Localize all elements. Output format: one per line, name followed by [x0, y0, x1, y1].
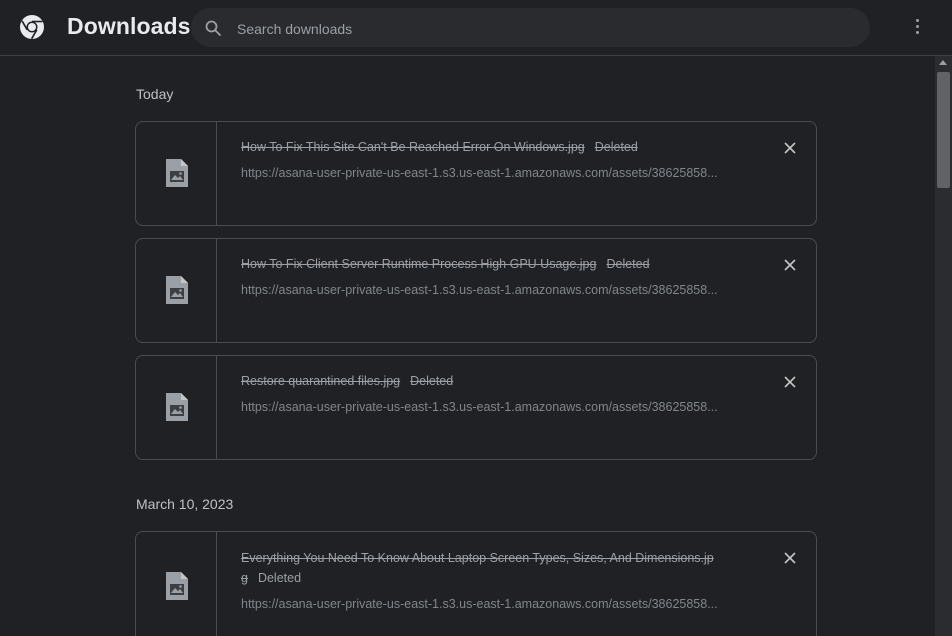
more-vert-icon [916, 19, 919, 22]
date-header: March 10, 2023 [136, 496, 234, 512]
download-item: Everything You Need To Know About Laptop… [135, 531, 817, 636]
search-icon [205, 20, 221, 36]
file-name-text[interactable]: g [241, 571, 248, 585]
status-badge: Deleted [410, 374, 454, 388]
remove-button[interactable] [781, 139, 799, 157]
file-icon-column [136, 239, 217, 342]
download-item: How To Fix This Site Can't Be Reached Er… [135, 121, 817, 226]
page-title: Downloads [67, 13, 191, 39]
file-name[interactable]: How To Fix Client Server Runtime Process… [241, 257, 650, 271]
date-header: Today [136, 86, 174, 102]
image-file-icon [166, 572, 188, 600]
status-badge: Deleted [606, 257, 650, 271]
file-name[interactable]: Restore quarantined files.jpg Deleted [241, 374, 453, 388]
file-icon-column [136, 356, 217, 459]
chrome-logo-icon [20, 15, 44, 40]
file-icon-column [136, 122, 217, 225]
file-icon-column [136, 532, 217, 636]
scrollbar-thumb[interactable] [937, 72, 950, 188]
more-options-button[interactable] [905, 15, 929, 39]
file-url[interactable]: https://asana-user-private-us-east-1.s3.… [241, 166, 741, 180]
image-file-icon [166, 159, 188, 187]
more-vert-icon-dot [916, 25, 919, 28]
remove-button[interactable] [781, 256, 799, 274]
status-badge: Deleted [594, 140, 638, 154]
file-name-text[interactable]: How To Fix This Site Can't Be Reached Er… [241, 140, 585, 154]
image-file-icon [166, 276, 188, 304]
file-name[interactable]: Everything You Need To Know About Laptop… [241, 551, 714, 565]
file-name-text[interactable]: Restore quarantined files.jpg [241, 374, 400, 388]
file-url[interactable]: https://asana-user-private-us-east-1.s3.… [241, 283, 741, 297]
file-name-continued[interactable]: g Deleted [241, 571, 301, 585]
scroll-up-arrow-icon[interactable] [939, 60, 947, 65]
status-badge: Deleted [257, 571, 302, 585]
more-vert-icon-dot [916, 31, 919, 34]
downloads-list: Today How To Fix This Site Can't Be Reac… [0, 56, 935, 636]
file-name-text[interactable]: How To Fix Client Server Runtime Process… [241, 257, 596, 271]
file-url[interactable]: https://asana-user-private-us-east-1.s3.… [241, 597, 741, 611]
search-input[interactable] [235, 17, 839, 40]
toolbar: Downloads [0, 0, 952, 56]
search-box[interactable] [191, 8, 870, 47]
download-item: How To Fix Client Server Runtime Process… [135, 238, 817, 343]
remove-button[interactable] [781, 549, 799, 567]
download-item: Restore quarantined files.jpg Deleted htt… [135, 355, 817, 460]
file-name[interactable]: How To Fix This Site Can't Be Reached Er… [241, 140, 638, 154]
file-url[interactable]: https://asana-user-private-us-east-1.s3.… [241, 400, 741, 414]
remove-button[interactable] [781, 373, 799, 391]
image-file-icon [166, 393, 188, 421]
scrollbar[interactable] [935, 56, 952, 636]
